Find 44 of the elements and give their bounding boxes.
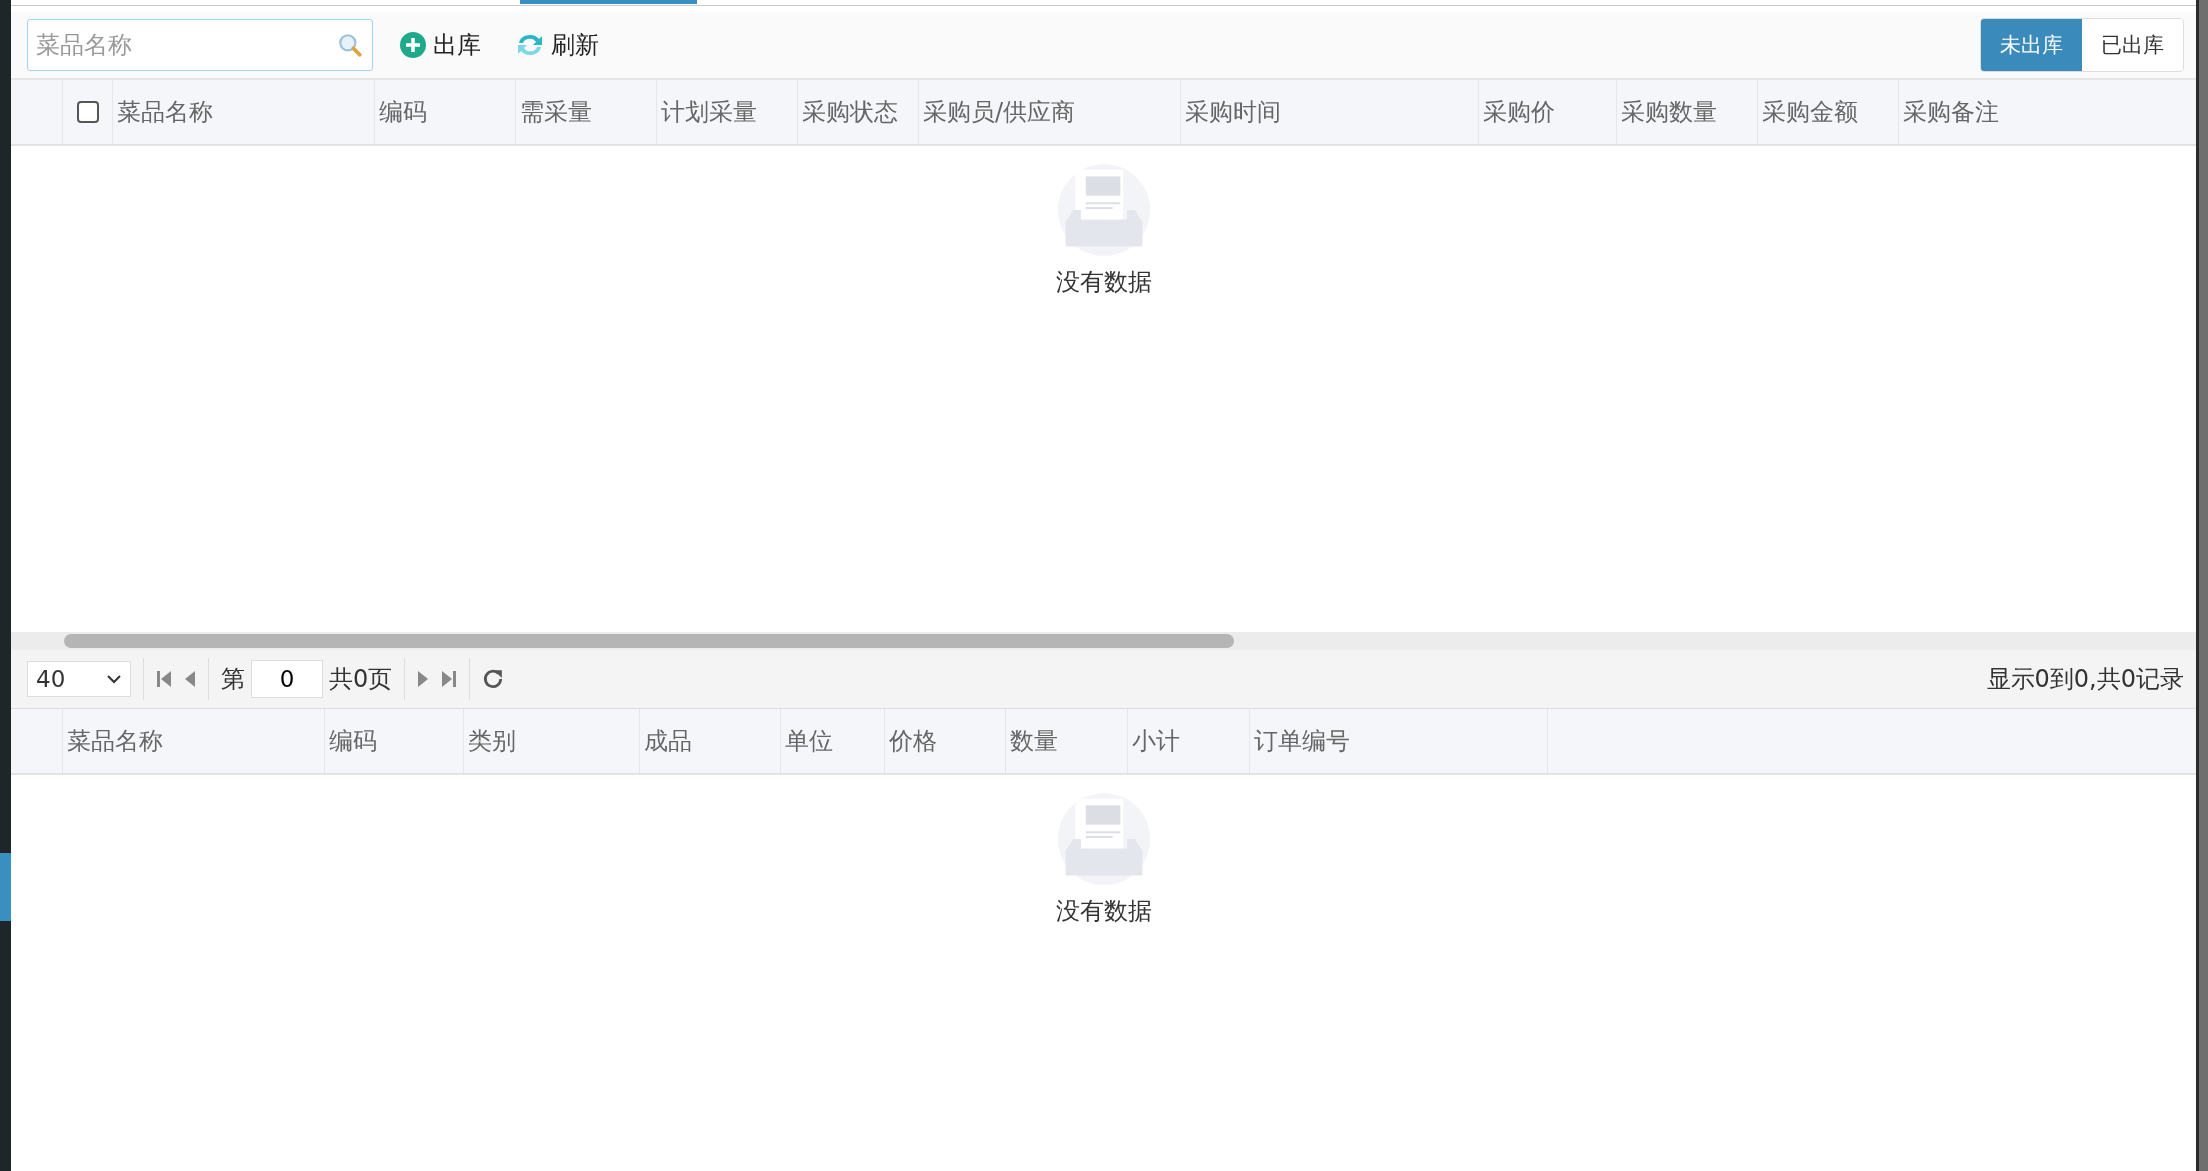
chevron-down-icon — [106, 674, 122, 684]
column-header[interactable]: 采购员/供应商 — [923, 96, 1076, 128]
page-label: 第 — [221, 664, 245, 695]
column-header[interactable]: 采购时间 — [1185, 96, 1281, 128]
horizontal-scrollbar[interactable] — [64, 634, 1234, 648]
record-info: 显示0到0,共0记录 — [1986, 664, 2184, 695]
last-page-icon[interactable] — [441, 670, 458, 688]
refresh-button[interactable]: 刷新 — [507, 25, 607, 65]
column-header[interactable]: 采购金额 — [1762, 96, 1858, 128]
column-header[interactable]: 采购备注 — [1903, 96, 1999, 128]
empty-inbox-icon — [1055, 162, 1152, 258]
plus-icon — [399, 31, 427, 59]
reload-icon[interactable] — [482, 668, 505, 690]
column-header[interactable]: 编码 — [379, 96, 427, 128]
column-header[interactable]: 小计 — [1132, 725, 1180, 757]
select-all-checkbox[interactable] — [76, 101, 99, 123]
column-header[interactable]: 编码 — [329, 725, 377, 757]
search-icon — [337, 32, 363, 58]
next-page-icon[interactable] — [417, 670, 430, 688]
column-header[interactable]: 类别 — [468, 725, 516, 757]
column-header[interactable]: 成品 — [644, 725, 692, 757]
column-header[interactable]: 菜品名称 — [67, 725, 163, 757]
empty-message: 没有数据 — [1055, 896, 1152, 927]
total-pages: 共0页 — [329, 664, 393, 695]
column-header[interactable]: 数量 — [1010, 725, 1058, 757]
empty-message: 没有数据 — [1055, 267, 1152, 298]
column-header[interactable]: 采购状态 — [802, 96, 898, 128]
column-header[interactable]: 单位 — [785, 725, 833, 757]
add-button[interactable]: 出库 — [391, 25, 489, 65]
status-tab[interactable]: 未出库 — [1981, 19, 2082, 71]
column-header[interactable]: 计划采量 — [661, 96, 757, 128]
page-number-field[interactable]: 0 — [251, 660, 323, 698]
column-header[interactable]: 采购价 — [1483, 96, 1555, 128]
column-header[interactable]: 需采量 — [520, 96, 592, 128]
page-size-select[interactable]: 40 — [27, 661, 131, 697]
search-field[interactable]: 菜品名称 — [27, 19, 373, 71]
status-tab[interactable]: 已出库 — [2082, 19, 2183, 71]
column-header[interactable]: 菜品名称 — [117, 96, 213, 128]
empty-inbox-icon — [1055, 791, 1152, 887]
first-page-icon[interactable] — [156, 670, 172, 688]
column-header[interactable]: 采购数量 — [1621, 96, 1717, 128]
column-header[interactable]: 订单编号 — [1254, 725, 1350, 757]
previous-page-icon[interactable] — [184, 670, 196, 688]
column-header[interactable]: 价格 — [889, 725, 937, 757]
